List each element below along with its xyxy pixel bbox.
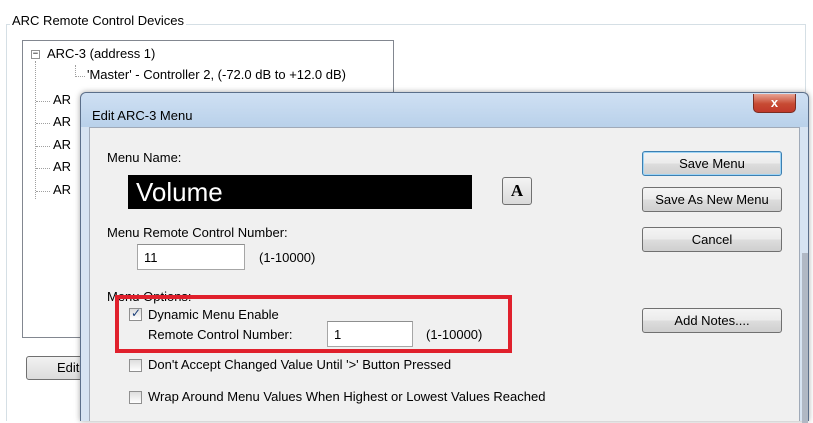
remote-number-range: (1-10000) <box>259 250 316 265</box>
tree-item-sibling[interactable]: AR <box>53 159 71 174</box>
dialog-titlebar[interactable]: Edit ARC-3 Menu x <box>81 93 808 127</box>
close-button[interactable]: x <box>753 94 796 113</box>
tree-item-sibling[interactable]: AR <box>53 92 71 107</box>
tree-connector <box>36 168 50 169</box>
dialog-title: Edit ARC-3 Menu <box>92 108 193 123</box>
tree-connector <box>36 191 50 192</box>
save-as-new-menu-button[interactable]: Save As New Menu <box>642 187 782 212</box>
edit-menu-dialog: Edit ARC-3 Menu x Menu Name: Volume A Me… <box>80 92 809 423</box>
highlight-annotation <box>115 295 512 353</box>
tree-connector <box>36 123 50 124</box>
tree-item-master[interactable]: 'Master' - Controller 2, (-72.0 dB to +1… <box>87 67 346 82</box>
font-button[interactable]: A <box>502 177 532 205</box>
window-edge <box>802 253 808 423</box>
tree-connector <box>35 61 36 199</box>
wrap-around-checkbox[interactable] <box>129 391 142 404</box>
close-icon: x <box>770 95 779 110</box>
tree-item-sibling[interactable]: AR <box>53 137 71 152</box>
tree-connector <box>75 76 85 77</box>
background-edit-button[interactable]: Edit <box>26 356 86 380</box>
tree-item-arc3[interactable]: ARC-3 (address 1) <box>47 46 155 61</box>
devices-group-title: ARC Remote Control Devices <box>10 13 186 28</box>
dialog-client-area: Menu Name: Volume A Menu Remote Control … <box>89 127 800 421</box>
remote-number-input[interactable]: 11 <box>137 244 245 270</box>
cancel-button[interactable]: Cancel <box>642 227 782 252</box>
menu-name-label: Menu Name: <box>107 150 182 165</box>
tree-connector <box>36 101 50 102</box>
tree-connector <box>36 146 50 147</box>
collapse-icon[interactable]: − <box>31 50 40 59</box>
menu-name-input[interactable]: Volume <box>128 175 472 209</box>
dont-accept-checkbox[interactable] <box>129 359 142 372</box>
save-menu-button[interactable]: Save Menu <box>642 151 782 176</box>
tree-item-sibling[interactable]: AR <box>53 182 71 197</box>
dont-accept-label[interactable]: Don't Accept Changed Value Until '>' But… <box>148 357 451 372</box>
add-notes-button[interactable]: Add Notes.... <box>642 308 782 333</box>
wrap-around-label[interactable]: Wrap Around Menu Values When Highest or … <box>148 389 545 404</box>
remote-number-label: Menu Remote Control Number: <box>107 225 288 240</box>
tree-item-sibling[interactable]: AR <box>53 114 71 129</box>
